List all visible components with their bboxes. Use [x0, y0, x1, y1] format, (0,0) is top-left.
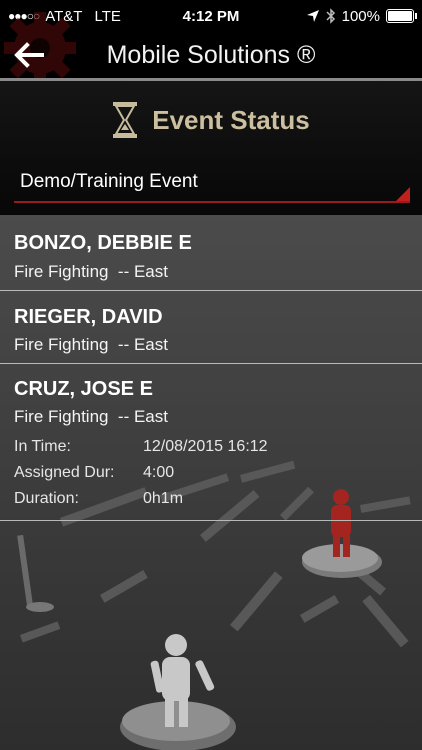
duration-value: 0h1m: [143, 490, 184, 507]
battery-icon: [386, 9, 417, 23]
event-header: Event Status Demo/Training Event: [0, 81, 422, 215]
list-item[interactable]: RIEGER, DAVID Fire Fighting -- East: [0, 291, 422, 364]
nav-bar: Mobile Solutions ®: [0, 12, 422, 84]
person-name: BONZO, DEBBIE E: [14, 232, 192, 254]
in-time-label: In Time:: [14, 438, 71, 455]
event-selector[interactable]: Demo/Training Event: [14, 165, 410, 203]
in-time-value: 12/08/2015 16:12: [143, 438, 268, 455]
list-item[interactable]: CRUZ, JOSE E Fire Fighting -- East In Ti…: [0, 364, 422, 521]
person-assignment: Fire Fighting -- East: [14, 262, 168, 281]
list-item[interactable]: BONZO, DEBBIE E Fire Fighting -- East: [0, 215, 422, 291]
person-assignment: Fire Fighting -- East: [14, 407, 168, 426]
dropdown-corner-icon: [396, 187, 410, 201]
assigned-duration-label: Assigned Dur:: [14, 464, 115, 481]
location-arrow-icon: [306, 10, 319, 22]
personnel-list: BONZO, DEBBIE E Fire Fighting -- East RI…: [0, 215, 422, 750]
bluetooth-icon: [326, 8, 335, 24]
status-right: 100%: [306, 7, 417, 25]
battery-percent: 100%: [341, 7, 380, 25]
event-status-label: Event Status: [152, 104, 310, 135]
assigned-duration-value: 4:00: [143, 464, 175, 481]
event-status-row: Event Status: [0, 101, 422, 139]
person-name: CRUZ, JOSE E: [14, 378, 153, 400]
person-assignment: Fire Fighting -- East: [14, 335, 168, 354]
back-arrow-icon[interactable]: [12, 38, 46, 72]
selected-event-value: Demo/Training Event: [20, 171, 198, 192]
duration-label: Duration:: [14, 490, 79, 507]
network-type: LTE: [94, 7, 121, 25]
hourglass-icon: [113, 102, 138, 138]
person-name: RIEGER, DAVID: [14, 306, 163, 328]
nav-title: Mobile Solutions ®: [106, 40, 316, 69]
